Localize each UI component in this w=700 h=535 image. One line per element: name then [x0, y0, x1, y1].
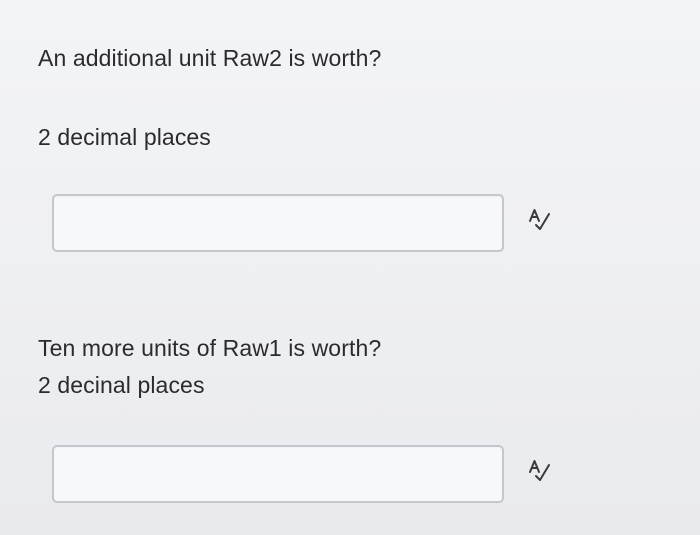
question-1-answer-input[interactable]	[52, 194, 504, 252]
spellcheck-icon[interactable]	[527, 207, 553, 233]
question-1-hint: 2 decimal places	[38, 124, 211, 150]
spellcheck-icon[interactable]	[527, 458, 553, 484]
question-2-prompt: Ten more units of Raw1 is worth?	[38, 335, 382, 361]
question-2-answer-input[interactable]	[52, 445, 504, 503]
question-1-prompt: An additional unit Raw2 is worth?	[38, 45, 382, 71]
question-2-hint: 2 decinal places	[38, 372, 205, 398]
